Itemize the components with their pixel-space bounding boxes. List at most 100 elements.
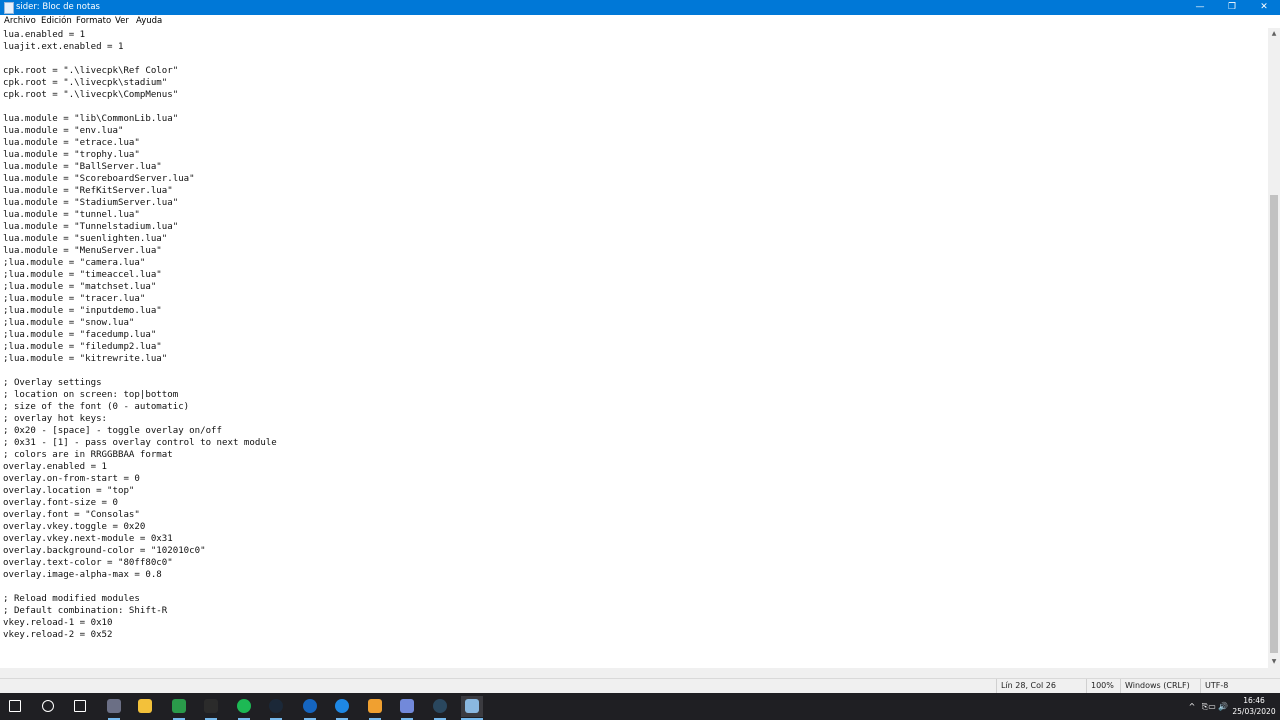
editor-line: ;lua.module = "matchset.lua" xyxy=(3,282,157,292)
editor-line: ; 0x31 - [1] - pass overlay control to n… xyxy=(3,438,277,448)
vertical-scrollbar[interactable]: ▲ ▼ xyxy=(1268,28,1280,668)
minimize-button[interactable]: — xyxy=(1184,0,1216,15)
editor-line: overlay.background-color = "102010c0" xyxy=(3,546,206,556)
notepad-icon xyxy=(465,699,479,713)
taskbar-spotify[interactable] xyxy=(233,696,255,720)
editor-line: ;lua.module = "inputdemo.lua" xyxy=(3,306,162,316)
app-icon xyxy=(368,699,382,713)
game-icon xyxy=(172,699,186,713)
menu-ayuda[interactable]: Ayuda xyxy=(136,16,162,27)
pes-icon xyxy=(107,699,121,713)
taskbar-epic-games[interactable] xyxy=(200,696,222,720)
editor-line: ; overlay hot keys: xyxy=(3,414,108,424)
editor-line: overlay.enabled = 1 xyxy=(3,462,108,472)
editor-line: lua.module = "tunnel.lua" xyxy=(3,210,140,220)
volume-icon[interactable]: 🔊 xyxy=(1216,693,1230,720)
scroll-down-icon[interactable]: ▼ xyxy=(1268,656,1280,668)
menu-ver[interactable]: Ver xyxy=(115,16,129,27)
editor-line: ;lua.module = "facedump.lua" xyxy=(3,330,157,340)
notepad-icon xyxy=(4,2,14,14)
editor-line: cpk.root = ".\livecpk\CompMenus" xyxy=(3,90,179,100)
editor-line: overlay.text-color = "80ff80c0" xyxy=(3,558,173,568)
search-icon xyxy=(42,700,54,712)
editor-line: lua.module = "Tunnelstadium.lua" xyxy=(3,222,179,232)
scroll-up-icon[interactable]: ▲ xyxy=(1268,28,1280,40)
epic-games-icon xyxy=(204,699,218,713)
editor-line: ; location on screen: top|bottom xyxy=(3,390,179,400)
status-line-endings: Windows (CRLF) xyxy=(1120,679,1200,693)
status-position: Lín 28, Col 26 xyxy=(996,679,1086,693)
taskbar-notepad[interactable] xyxy=(461,696,483,720)
window-title: sider: Bloc de notas xyxy=(16,2,100,12)
menu-edicion[interactable]: Edición xyxy=(41,16,72,27)
taskbar-discord[interactable] xyxy=(396,696,418,720)
editor-line: lua.module = "suenlighten.lua" xyxy=(3,234,168,244)
status-encoding: UTF-8 xyxy=(1200,679,1280,693)
taskbar-clock[interactable]: 16:46 25/03/2020 xyxy=(1232,695,1276,717)
browser-icon xyxy=(303,699,317,713)
editor-line: lua.module = "StadiumServer.lua" xyxy=(3,198,179,208)
editor-line: vkey.reload-1 = 0x10 xyxy=(3,618,113,628)
taskbar: ^ ⎘ ▭ 🔊 16:46 25/03/2020 xyxy=(0,693,1280,720)
editor-line: ; 0x20 - [space] - toggle overlay on/off xyxy=(3,426,222,436)
text-editor[interactable]: lua.enabled = 1 luajit.ext.enabled = 1 cpk… xyxy=(0,28,1268,668)
horizontal-scrollbar[interactable] xyxy=(0,668,1268,678)
editor-line: ;lua.module = "timeaccel.lua" xyxy=(3,270,162,280)
taskbar-file-explorer[interactable] xyxy=(134,696,156,717)
editor-line: vkey.reload-2 = 0x52 xyxy=(3,630,113,640)
clock-date: 25/03/2020 xyxy=(1232,707,1276,716)
taskbar-pes[interactable] xyxy=(103,696,125,720)
editor-line: lua.module = "MenuServer.lua" xyxy=(3,246,162,256)
task-view-button[interactable] xyxy=(69,696,91,717)
status-zoom: 100% xyxy=(1086,679,1120,693)
editor-line: cpk.root = ".\livecpk\stadium" xyxy=(3,78,168,88)
folder-icon xyxy=(138,699,152,713)
editor-line: lua.module = "RefKitServer.lua" xyxy=(3,186,173,196)
editor-line: ; colors are in RRGGBBAA format xyxy=(3,450,173,460)
taskbar-steam[interactable] xyxy=(265,696,287,720)
tray-overflow-icon[interactable]: ^ xyxy=(1186,693,1198,720)
editor-line: lua.module = "BallServer.lua" xyxy=(3,162,162,172)
editor-line: ;lua.module = "snow.lua" xyxy=(3,318,135,328)
scrollbar-thumb[interactable] xyxy=(1270,195,1278,653)
menu-bar: Archivo Edición Formato Ver Ayuda xyxy=(0,15,1280,28)
editor-line: overlay.image-alpha-max = 0.8 xyxy=(3,570,162,580)
taskbar-browser[interactable] xyxy=(299,696,321,720)
taskbar-game-app[interactable] xyxy=(168,696,190,720)
editor-line: ; Default combination: Shift-R xyxy=(3,606,168,616)
editor-line: luajit.ext.enabled = 1 xyxy=(3,42,124,52)
search-button[interactable] xyxy=(37,696,59,717)
editor-line: overlay.location = "top" xyxy=(3,486,135,496)
menu-formato[interactable]: Formato xyxy=(76,16,111,27)
menu-archivo[interactable]: Archivo xyxy=(4,16,36,27)
taskbar-app[interactable] xyxy=(364,696,386,720)
editor-line: ; Overlay settings xyxy=(3,378,102,388)
taskbar-edge[interactable] xyxy=(331,696,353,720)
editor-line: ; Reload modified modules xyxy=(3,594,140,604)
start-button[interactable] xyxy=(4,696,26,717)
editor-line: ;lua.module = "camera.lua" xyxy=(3,258,146,268)
close-button[interactable]: ✕ xyxy=(1248,0,1280,15)
editor-line: ;lua.module = "kitrewrite.lua" xyxy=(3,354,168,364)
taskbar-steam-2[interactable] xyxy=(429,696,451,720)
editor-line: lua.module = "ScoreboardServer.lua" xyxy=(3,174,195,184)
editor-line: overlay.font-size = 0 xyxy=(3,498,118,508)
editor-line: lua.module = "etrace.lua" xyxy=(3,138,140,148)
editor-line: lua.enabled = 1 xyxy=(3,30,86,40)
spotify-icon xyxy=(237,699,251,713)
status-bar: Lín 28, Col 26 100% Windows (CRLF) UTF-8 xyxy=(0,678,1280,693)
editor-line: overlay.vkey.next-module = 0x31 xyxy=(3,534,173,544)
editor-line: ; size of the font (0 - automatic) xyxy=(3,402,190,412)
clock-time: 16:46 xyxy=(1243,696,1265,705)
editor-line: lua.module = "lib\CommonLib.lua" xyxy=(3,114,179,124)
editor-line: overlay.on-from-start = 0 xyxy=(3,474,140,484)
maximize-button[interactable]: ❐ xyxy=(1216,0,1248,15)
window-titlebar[interactable]: sider: Bloc de notas — ❐ ✕ xyxy=(0,0,1280,15)
editor-line: ;lua.module = "filedump2.lua" xyxy=(3,342,162,352)
editor-line: overlay.vkey.toggle = 0x20 xyxy=(3,522,146,532)
task-view-icon xyxy=(74,700,86,712)
editor-line: lua.module = "env.lua" xyxy=(3,126,124,136)
